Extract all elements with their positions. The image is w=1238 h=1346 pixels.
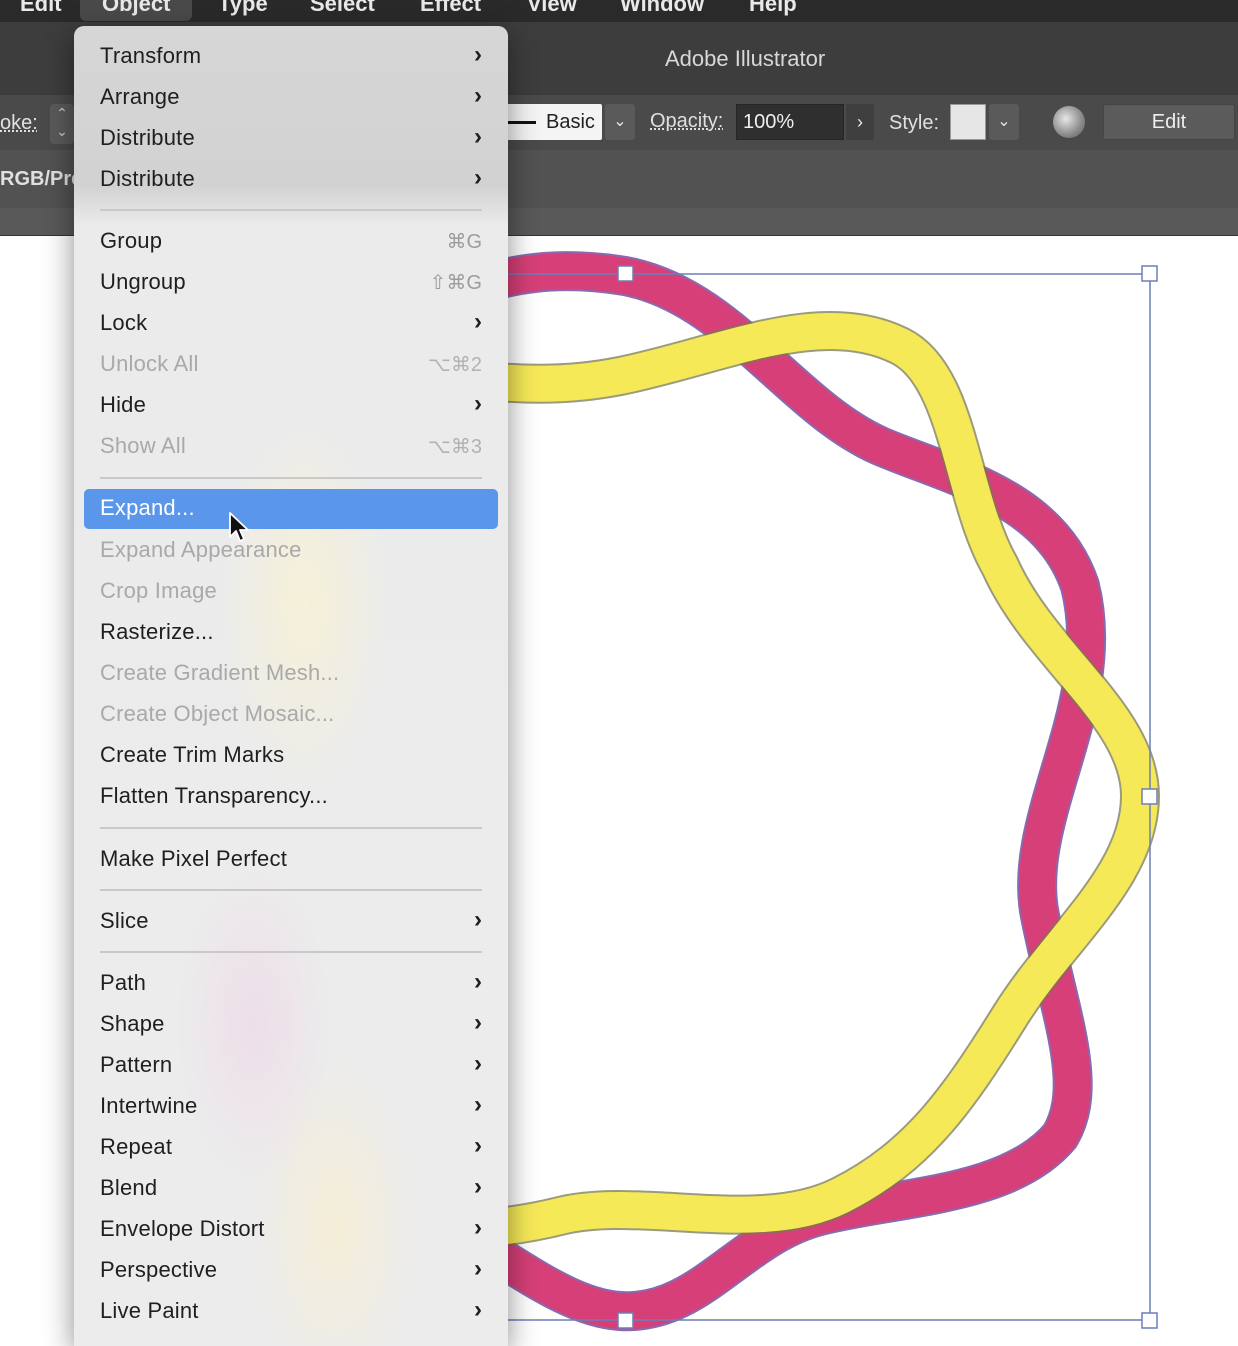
opacity-label[interactable]: Opacity: bbox=[650, 110, 723, 133]
menu-item-distribute-2[interactable]: Distribute › bbox=[84, 160, 498, 198]
resize-handle-top[interactable] bbox=[617, 265, 634, 282]
menu-item-distribute[interactable]: Distribute › bbox=[84, 119, 498, 157]
chevron-down-icon: ⌄ bbox=[997, 113, 1011, 130]
mouse-pointer-icon bbox=[229, 512, 249, 542]
chevron-right-icon: › bbox=[474, 968, 482, 995]
chevron-right-icon: › bbox=[474, 123, 482, 150]
menu-item-rasterize[interactable]: Rasterize... bbox=[84, 613, 498, 651]
menu-separator bbox=[100, 951, 482, 953]
menu-item-create-object-mosaic: Create Object Mosaic... bbox=[100, 701, 335, 726]
menu-view[interactable]: View bbox=[527, 0, 577, 17]
stroke-label: oke: bbox=[0, 112, 38, 134]
style-dropdown-button[interactable]: ⌄ bbox=[989, 104, 1019, 140]
menu-item-crop-image: Crop Image bbox=[100, 578, 217, 603]
chevron-right-icon: › bbox=[474, 1009, 482, 1036]
object-dropdown-menu: Transform › Arrange › Distribute › Distr… bbox=[74, 26, 508, 1346]
chevron-right-icon: › bbox=[474, 1173, 482, 1200]
brush-label: Basic bbox=[546, 111, 595, 133]
chevron-right-icon: › bbox=[474, 1296, 482, 1323]
menu-item-live-paint[interactable]: Live Paint › bbox=[84, 1292, 498, 1330]
menu-item-create-trim-marks[interactable]: Create Trim Marks bbox=[84, 736, 498, 774]
brush-stroke-preview bbox=[508, 121, 536, 124]
shortcut-label: ⌥⌘3 bbox=[427, 436, 482, 458]
menu-item-repeat[interactable]: Repeat › bbox=[84, 1128, 498, 1166]
chevron-right-icon: › bbox=[474, 82, 482, 109]
menu-item-create-gradient-mesh: Create Gradient Mesh... bbox=[100, 660, 340, 685]
resize-handle-bottom[interactable] bbox=[617, 1312, 634, 1329]
shortcut-label: ⌥⌘2 bbox=[427, 354, 482, 376]
menu-item-slice[interactable]: Slice › bbox=[84, 902, 498, 940]
menu-object[interactable]: Object bbox=[80, 0, 193, 21]
chevron-right-icon: › bbox=[474, 308, 482, 335]
chevron-right-icon: › bbox=[474, 390, 482, 417]
recolor-artwork-icon[interactable] bbox=[1053, 106, 1085, 138]
menu-item-pattern[interactable]: Pattern › bbox=[84, 1046, 498, 1084]
menu-help[interactable]: Help bbox=[749, 0, 797, 17]
chevron-down-icon: ⌄ bbox=[613, 113, 627, 130]
chevron-right-icon: › bbox=[474, 1214, 482, 1241]
menu-item-path[interactable]: Path › bbox=[84, 964, 498, 1002]
edit-button[interactable]: Edit bbox=[1103, 104, 1235, 140]
menu-select[interactable]: Select bbox=[310, 0, 375, 17]
menu-item-expand[interactable]: Expand... bbox=[84, 489, 498, 529]
menu-item-expand-appearance: Expand Appearance bbox=[100, 537, 302, 562]
shortcut-label: ⌘G bbox=[446, 231, 482, 253]
menu-separator bbox=[100, 209, 482, 211]
graphic-style-swatch[interactable] bbox=[950, 104, 986, 140]
app-title: Adobe Illustrator bbox=[665, 46, 826, 71]
menu-separator bbox=[100, 889, 482, 891]
brush-dropdown-button[interactable]: ⌄ bbox=[605, 104, 635, 140]
menu-edit[interactable]: Edit bbox=[20, 0, 62, 17]
menu-window[interactable]: Window bbox=[620, 0, 704, 17]
menu-item-group[interactable]: Group ⌘G bbox=[84, 222, 498, 260]
menu-item-intertwine[interactable]: Intertwine › bbox=[84, 1087, 498, 1125]
menu-item-envelope-distort[interactable]: Envelope Distort › bbox=[84, 1210, 498, 1248]
macos-menubar: Edit Object Type Select Effect View Wind… bbox=[0, 0, 1238, 22]
opacity-arrow-button[interactable]: › bbox=[846, 104, 874, 140]
brush-definition-field[interactable]: Basic bbox=[496, 104, 602, 140]
menu-separator bbox=[100, 827, 482, 829]
menu-item-make-pixel-perfect[interactable]: Make Pixel Perfect bbox=[84, 840, 498, 878]
menu-item-perspective[interactable]: Perspective › bbox=[84, 1251, 498, 1289]
resize-handle-right[interactable] bbox=[1141, 788, 1158, 805]
menu-effect[interactable]: Effect bbox=[420, 0, 481, 17]
menu-type[interactable]: Type bbox=[218, 0, 268, 17]
menu-separator bbox=[100, 477, 482, 479]
menu-item-show-all: Show All ⌥⌘3 bbox=[100, 433, 482, 458]
opacity-input[interactable]: 100% bbox=[736, 104, 844, 140]
menu-item-blend[interactable]: Blend › bbox=[84, 1169, 498, 1207]
menu-item-shape[interactable]: Shape › bbox=[84, 1005, 498, 1043]
chevron-right-icon: › bbox=[474, 41, 482, 68]
menu-item-ungroup[interactable]: Ungroup ⇧⌘G bbox=[84, 263, 498, 301]
menu-item-transform[interactable]: Transform › bbox=[84, 37, 498, 75]
menu-item-lock[interactable]: Lock › bbox=[84, 304, 498, 342]
menu-item-unlock-all: Unlock All ⌥⌘2 bbox=[100, 351, 482, 376]
chevron-right-icon: › bbox=[474, 164, 482, 191]
stroke-weight-stepper[interactable]: ⌃ ⌄ bbox=[50, 104, 74, 144]
shortcut-label: ⇧⌘G bbox=[429, 272, 482, 294]
chevron-right-icon: › bbox=[474, 1091, 482, 1118]
chevron-right-icon: › bbox=[857, 112, 863, 132]
chevron-right-icon: › bbox=[474, 1132, 482, 1159]
menu-item-hide[interactable]: Hide › bbox=[84, 386, 498, 424]
style-label: Style: bbox=[889, 112, 940, 134]
chevron-right-icon: › bbox=[474, 906, 482, 933]
chevron-right-icon: › bbox=[474, 1255, 482, 1282]
chevron-right-icon: › bbox=[474, 1050, 482, 1077]
document-color-mode[interactable]: RGB/Pre bbox=[0, 168, 82, 191]
resize-handle-bottom-right[interactable] bbox=[1141, 1312, 1158, 1329]
menu-item-flatten-transparency[interactable]: Flatten Transparency... bbox=[84, 777, 498, 815]
resize-handle-top-right[interactable] bbox=[1141, 265, 1158, 282]
menu-item-arrange[interactable]: Arrange › bbox=[84, 78, 498, 116]
